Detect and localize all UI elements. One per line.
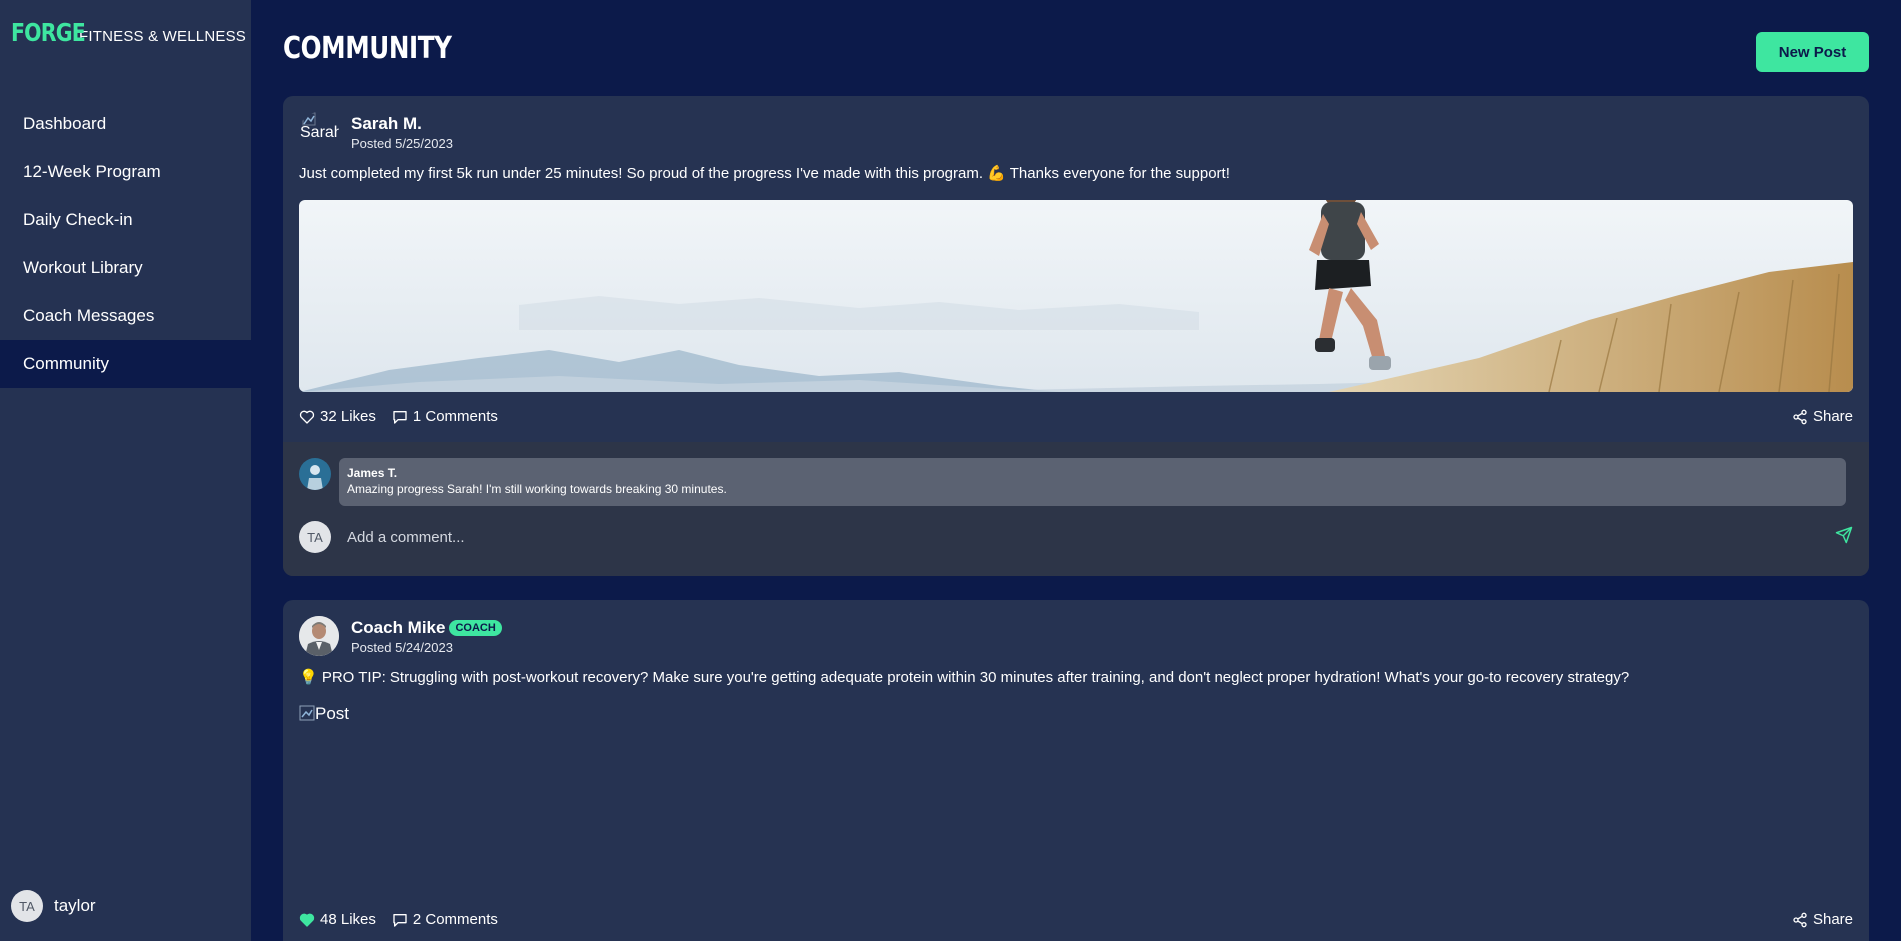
like-count: 48 Likes <box>320 911 376 928</box>
post-date: Posted 5/24/2023 <box>351 639 453 655</box>
comment-author[interactable]: James T. <box>347 465 1838 481</box>
brand[interactable]: FORGE FITNESS & WELLNESS <box>11 18 246 47</box>
user-avatar: TA <box>11 890 43 922</box>
comment-icon <box>393 410 407 424</box>
send-icon <box>1835 526 1853 543</box>
heart-icon <box>299 913 315 927</box>
comment-count: 1 Comments <box>412 408 498 425</box>
sidebar-item-12-week-program[interactable]: 12-Week Program <box>0 148 251 196</box>
post-header: Sarah Sarah M. Posted 5/25/2023 <box>299 112 453 152</box>
comments-button[interactable]: 2 Comments <box>392 911 498 928</box>
comments-button[interactable]: 1 Comments <box>392 408 498 425</box>
like-button[interactable]: 32 Likes <box>299 408 376 425</box>
coach-badge: COACH <box>449 619 502 636</box>
share-label: Share <box>1812 911 1853 928</box>
sidebar-item-daily-check-in[interactable]: Daily Check-in <box>0 196 251 244</box>
runner-photo <box>299 200 1853 392</box>
comment-bubble: James T. Amazing progress Sarah! I'm sti… <box>339 458 1846 506</box>
brand-tagline: FITNESS & WELLNESS <box>79 28 246 45</box>
post-date: Posted 5/25/2023 <box>351 135 453 151</box>
author-name-text: Sarah M. <box>351 113 422 133</box>
author-name-text: Coach Mike <box>351 617 446 637</box>
author-avatar-alt: Sarah <box>300 124 339 141</box>
heart-icon <box>299 410 315 424</box>
post-actions: 32 Likes 1 Comments Share <box>299 408 1853 425</box>
commenter-avatar[interactable] <box>299 458 331 490</box>
send-comment-button[interactable] <box>1835 526 1853 549</box>
author-block: Coach Mike COACH Posted 5/24/2023 <box>351 618 502 655</box>
author-block: Sarah M. Posted 5/25/2023 <box>351 114 453 151</box>
like-button[interactable]: 48 Likes <box>299 911 376 928</box>
post-image[interactable]: Post <box>299 704 349 724</box>
post-actions: 48 Likes 2 Comments Share <box>299 911 1853 928</box>
share-button[interactable]: Share <box>1792 911 1853 928</box>
post-image-alt: Post <box>315 704 350 723</box>
like-count: 32 Likes <box>320 408 376 425</box>
commenter-photo <box>299 458 331 490</box>
author-name[interactable]: Sarah M. <box>351 114 453 134</box>
page-title: COMMUNITY <box>283 31 452 66</box>
coach-photo <box>299 616 339 656</box>
comment-input[interactable] <box>347 528 1835 546</box>
sidebar: FORGE FITNESS & WELLNESS Dashboard 12-We… <box>0 0 251 941</box>
sidebar-item-coach-messages[interactable]: Coach Messages <box>0 292 251 340</box>
sidebar-item-community[interactable]: Community <box>0 340 251 388</box>
post-card: Coach Mike COACH Posted 5/24/2023 💡 PRO … <box>283 600 1869 941</box>
post-header: Coach Mike COACH Posted 5/24/2023 <box>299 616 502 656</box>
add-comment-row: TA <box>299 521 1853 553</box>
broken-image-icon <box>299 705 315 721</box>
author-avatar[interactable] <box>299 616 339 656</box>
current-user-avatar: TA <box>299 521 331 553</box>
post-card: Sarah Sarah M. Posted 5/25/2023 Just com… <box>283 96 1869 576</box>
brand-logo: FORGE <box>11 18 86 47</box>
user-name: taylor <box>54 896 96 915</box>
comment-icon <box>393 913 407 927</box>
comment-text: Amazing progress Sarah! I'm still workin… <box>347 482 727 496</box>
comments-section: James T. Amazing progress Sarah! I'm sti… <box>283 442 1869 576</box>
author-name[interactable]: Coach Mike COACH <box>351 618 502 638</box>
post-text: Just completed my first 5k run under 25 … <box>299 165 1230 182</box>
main-content: COMMUNITY New Post Sarah Sarah M. Posted… <box>251 0 1901 941</box>
sidebar-nav: Dashboard 12-Week Program Daily Check-in… <box>0 100 251 388</box>
new-post-button[interactable]: New Post <box>1756 32 1869 72</box>
user-profile[interactable]: TA taylor <box>11 890 96 922</box>
post-image[interactable] <box>299 200 1853 392</box>
share-icon <box>1793 912 1807 927</box>
share-label: Share <box>1812 408 1853 425</box>
share-icon <box>1793 409 1807 424</box>
sidebar-item-dashboard[interactable]: Dashboard <box>0 100 251 148</box>
sidebar-item-workout-library[interactable]: Workout Library <box>0 244 251 292</box>
comment: James T. Amazing progress Sarah! I'm sti… <box>299 458 1846 506</box>
share-button[interactable]: Share <box>1792 408 1853 425</box>
author-avatar[interactable]: Sarah <box>299 112 339 152</box>
post-text: 💡 PRO TIP: Struggling with post-workout … <box>299 669 1630 686</box>
comment-count: 2 Comments <box>412 911 498 928</box>
